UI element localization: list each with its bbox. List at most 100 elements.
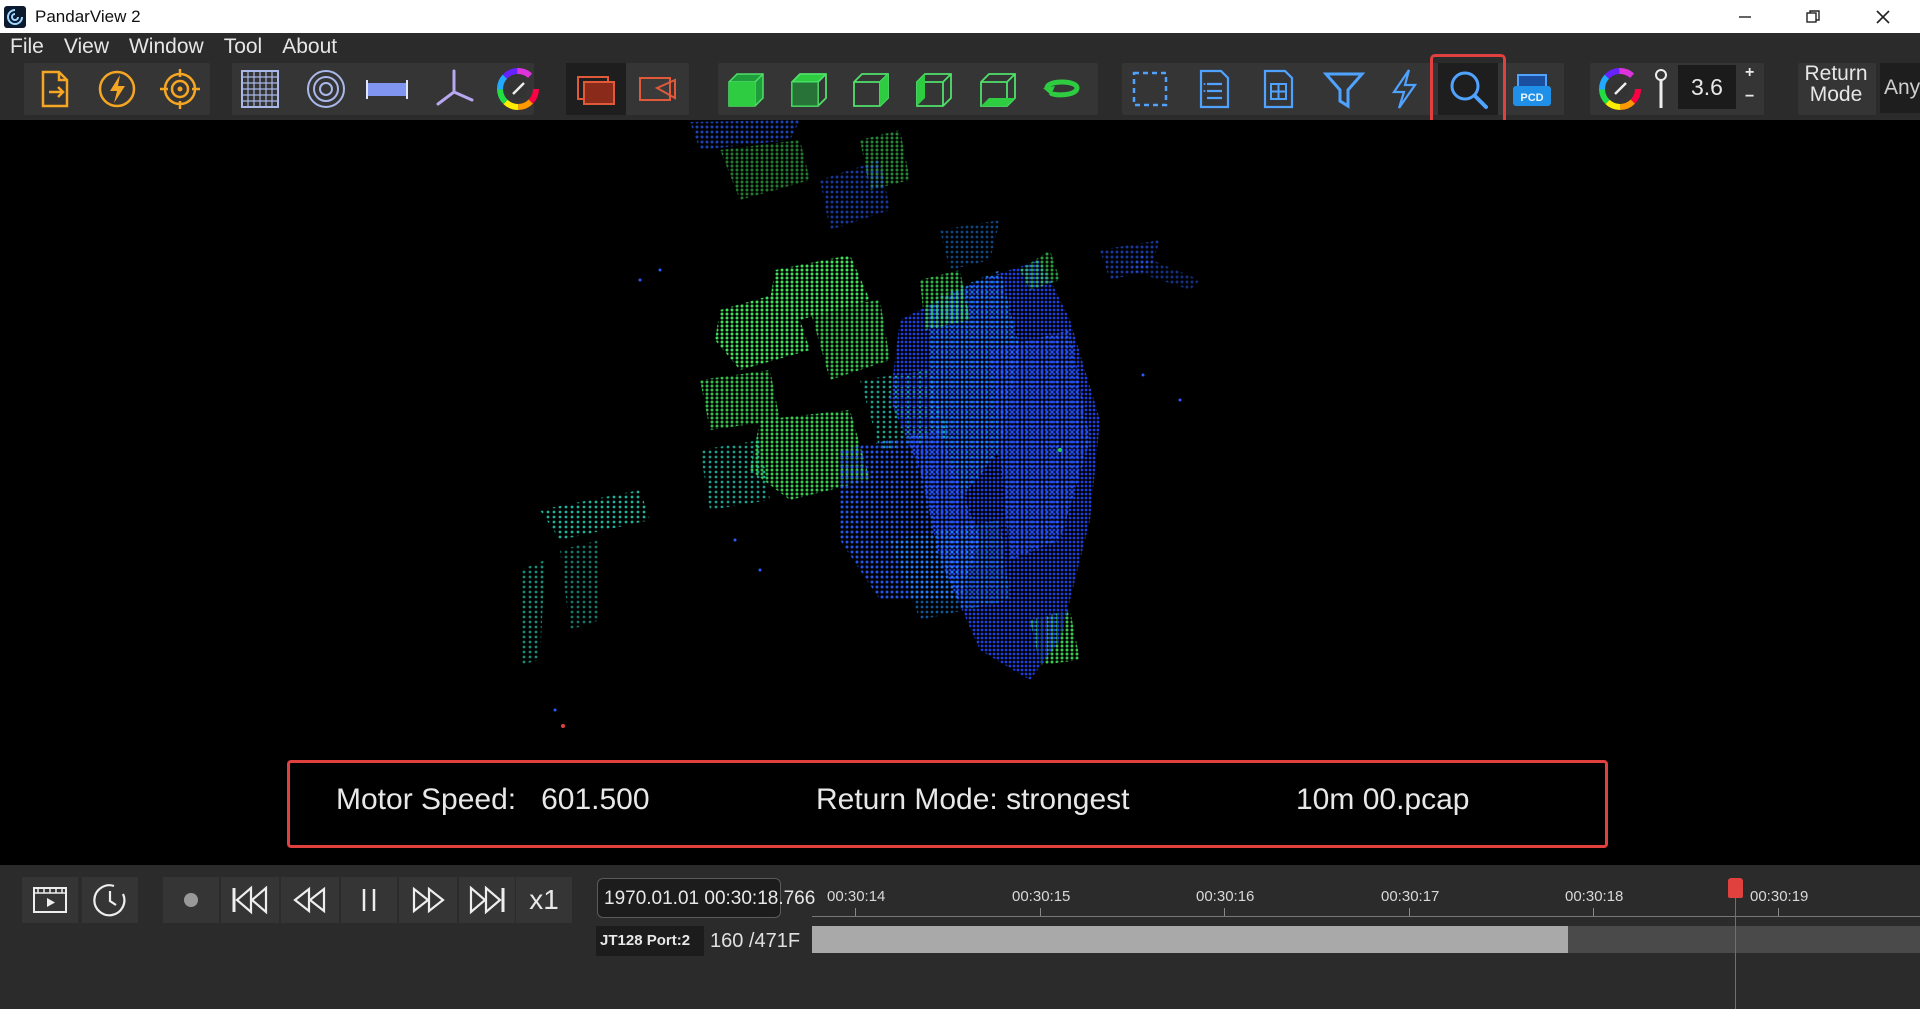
concentric-circles-icon	[307, 70, 345, 108]
menu-window[interactable]: Window	[119, 35, 214, 59]
cube-front-icon	[728, 73, 764, 107]
frame-counter: 160 /471F	[710, 930, 801, 952]
timeline-progress	[812, 926, 1568, 953]
color-wheel-button[interactable]	[488, 63, 548, 115]
timeline-tick-label: 00:30:15	[1012, 888, 1071, 905]
search-highlight-box	[1430, 54, 1506, 126]
cube-back-icon	[916, 73, 952, 107]
document-list-icon	[1199, 69, 1230, 109]
point-list-button[interactable]	[1184, 63, 1244, 115]
point-cloud-viewport[interactable]	[0, 120, 1920, 865]
app-logo-icon	[4, 5, 26, 28]
reset-view-button[interactable]	[1032, 63, 1092, 115]
decrease-point-size-button[interactable]: −	[1745, 88, 1754, 106]
grid-button[interactable]	[230, 63, 290, 115]
fast-forward-icon	[412, 886, 445, 914]
lightning-icon	[1391, 69, 1418, 109]
record-icon	[184, 893, 198, 907]
skip-back-icon	[232, 885, 268, 915]
pause-icon	[362, 889, 376, 911]
clock-icon	[93, 884, 126, 917]
skip-to-start-button[interactable]	[221, 877, 279, 923]
cube-side-icon	[853, 73, 889, 107]
target-icon	[160, 69, 200, 109]
layout-split-button[interactable]	[566, 63, 626, 115]
menu-file[interactable]: File	[0, 35, 54, 59]
layout-single-button[interactable]	[628, 63, 688, 115]
title-bar: PandarView 2	[0, 0, 1920, 33]
point-cloud-far-points	[690, 120, 1200, 290]
export-pcd-button[interactable]: PCD	[1502, 63, 1562, 115]
rewind-icon	[293, 886, 326, 914]
open-file-icon	[41, 70, 69, 108]
return-mode-label: Return Mode	[1804, 62, 1868, 106]
selection-rect-icon	[1132, 71, 1168, 107]
return-mode-readout: Return Mode: strongest	[816, 783, 1130, 816]
increase-point-size-button[interactable]: +	[1745, 64, 1754, 82]
table-button[interactable]	[1248, 63, 1308, 115]
fast-mode-button[interactable]	[1374, 63, 1434, 115]
filter-button[interactable]	[1314, 63, 1374, 115]
menu-view[interactable]: View	[54, 35, 119, 59]
axes-button[interactable]	[424, 63, 484, 115]
motor-speed-readout: Motor Speed: 601.500	[336, 783, 650, 816]
playhead-handle[interactable]	[1728, 878, 1743, 898]
record-button[interactable]	[163, 877, 219, 923]
file-name-readout: 10m 00.pcap	[1296, 783, 1470, 816]
window-split-icon	[577, 76, 615, 105]
color-wheel-icon	[497, 68, 539, 110]
ruler-button[interactable]	[357, 63, 417, 115]
timeline-tick-label: 00:30:17	[1381, 888, 1440, 905]
select-area-button[interactable]	[1120, 63, 1180, 115]
restore-button[interactable]	[1778, 0, 1848, 33]
current-timestamp[interactable]: 1970.01.01 00:30:18.766	[597, 878, 815, 918]
cube-top-icon	[791, 73, 827, 107]
film-icon	[33, 887, 67, 913]
view-top-button[interactable]	[779, 63, 839, 115]
skip-to-end-button[interactable]	[459, 877, 515, 923]
timeline-tick-mark	[1409, 908, 1410, 916]
playback-speed-button[interactable]: x1	[516, 877, 572, 923]
timeline-tick-label: 00:30:14	[827, 888, 886, 905]
open-file-button[interactable]	[24, 63, 84, 115]
rewind-button[interactable]	[281, 877, 339, 923]
timeline-tick-label: 00:30:19	[1750, 888, 1809, 905]
connect-lidar-button[interactable]	[87, 63, 147, 115]
rotate-icon	[1043, 79, 1080, 98]
pause-button[interactable]	[341, 877, 397, 923]
view-bottom-button[interactable]	[968, 63, 1028, 115]
ruler-icon	[366, 80, 408, 99]
svg-text:PCD: PCD	[1520, 92, 1543, 104]
timeline-tick-mark	[1778, 908, 1779, 916]
grid-icon	[241, 70, 279, 108]
point-cloud-canvas	[520, 120, 1200, 728]
polar-grid-button[interactable]	[296, 63, 356, 115]
menu-about[interactable]: About	[272, 35, 347, 59]
timeline-tick-label: 00:30:16	[1196, 888, 1255, 905]
timeline-tick-mark	[855, 908, 856, 916]
target-button[interactable]	[150, 63, 210, 115]
timeline-tick-mark	[1040, 908, 1041, 916]
axes-icon	[436, 69, 474, 106]
lightning-circle-icon	[98, 70, 136, 108]
cube-bottom-icon	[980, 73, 1016, 107]
skip-forward-icon	[469, 885, 505, 915]
view-front-button[interactable]	[716, 63, 776, 115]
close-button[interactable]	[1848, 0, 1918, 33]
minimize-button[interactable]	[1710, 0, 1780, 33]
return-mode-select[interactable]: Any	[1880, 63, 1920, 113]
view-back-button[interactable]	[904, 63, 964, 115]
menu-tool[interactable]: Tool	[214, 35, 273, 59]
device-port-label: JT128 Port:2	[596, 926, 704, 956]
menu-bar: File View Window Tool About	[0, 33, 1920, 61]
timeline-tick-mark	[1593, 908, 1594, 916]
point-size-value[interactable]: 3.6	[1678, 65, 1736, 109]
document-table-icon	[1263, 69, 1294, 109]
filter-icon	[1322, 72, 1366, 109]
video-mode-button[interactable]	[22, 877, 78, 923]
timeline-tick-label: 00:30:18	[1565, 888, 1624, 905]
view-side-button[interactable]	[841, 63, 901, 115]
fast-forward-button[interactable]	[399, 877, 457, 923]
time-mode-button[interactable]	[82, 877, 138, 923]
pcd-file-icon: PCD	[1513, 74, 1551, 106]
